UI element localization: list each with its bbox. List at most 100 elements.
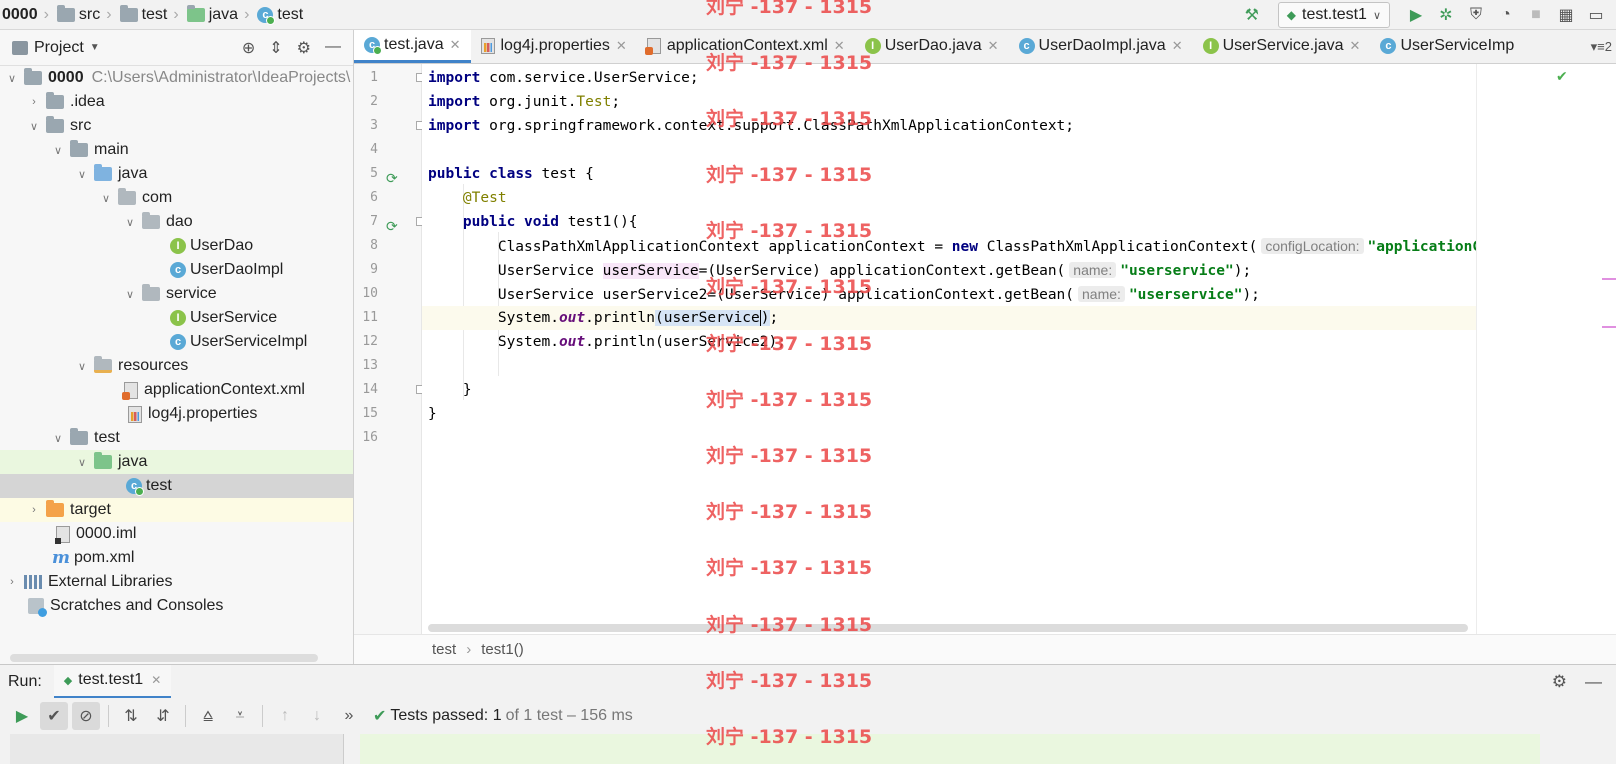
test-tree-pane[interactable]	[10, 734, 344, 764]
chevron-down-icon[interactable]: ∨	[26, 120, 42, 133]
chevron-right-icon[interactable]: ›	[4, 576, 20, 588]
gear-icon[interactable]: ⚙	[1552, 672, 1567, 692]
tree-item-resources[interactable]: ∨ resources	[0, 354, 353, 378]
tree-item-root[interactable]: ∨ 0000 C:\Users\Administrator\IdeaProjec…	[0, 66, 353, 90]
close-icon[interactable]: ✕	[151, 673, 161, 687]
editor-horizontal-scrollbar[interactable]	[428, 624, 1468, 632]
warning-marker[interactable]	[1602, 278, 1616, 280]
project-title[interactable]: Project	[34, 39, 84, 57]
tree-item-idea[interactable]: › .idea	[0, 90, 353, 114]
run-tab-test1[interactable]: ◆ test.test1 ✕	[53, 664, 172, 699]
tab-overflow-button[interactable]: ▾≡2	[1591, 30, 1612, 64]
chevron-down-icon[interactable]: ▼	[90, 42, 100, 53]
run-icon[interactable]: ▶	[1404, 3, 1428, 27]
project-horizontal-scrollbar[interactable]	[10, 654, 318, 662]
show-passed-icon[interactable]: ✔	[40, 702, 68, 730]
chevron-down-icon[interactable]: ∨	[50, 432, 66, 445]
gear-icon[interactable]: ⚙	[297, 38, 311, 58]
warning-marker[interactable]	[1602, 326, 1616, 328]
tree-item-dao[interactable]: ∨ dao	[0, 210, 353, 234]
chevron-down-icon[interactable]: ∨	[4, 72, 20, 85]
chevron-down-icon[interactable]: ∨	[122, 216, 138, 229]
coverage-icon[interactable]: ⛨	[1464, 3, 1488, 27]
chevron-down-icon[interactable]: ∨	[74, 360, 90, 373]
tab-test-java[interactable]: c test.java ✕	[354, 30, 471, 63]
console-pane[interactable]	[360, 734, 1540, 764]
tree-item-com[interactable]: ∨ com	[0, 186, 353, 210]
tree-item-target[interactable]: › target	[0, 498, 353, 522]
more-actions-icon[interactable]: »	[335, 702, 363, 730]
inspection-ok-icon[interactable]: ✔	[1556, 68, 1568, 85]
locate-icon[interactable]: ⊕	[242, 38, 255, 58]
tab-userservice[interactable]: I UserService.java ✕	[1193, 30, 1371, 63]
collapse-all-icon[interactable]: ⩡	[226, 702, 254, 730]
tree-item-log4j[interactable]: log4j.properties	[0, 402, 353, 426]
close-icon[interactable]: ✕	[1172, 38, 1183, 54]
tree-item-userserviceimpl[interactable]: c UserServiceImpl	[0, 330, 353, 354]
show-ignored-icon[interactable]: ⊘	[72, 702, 100, 730]
close-icon[interactable]: ✕	[1350, 38, 1361, 54]
stop-icon[interactable]: ■	[1524, 3, 1548, 27]
chevron-right-icon[interactable]: ›	[26, 504, 42, 516]
run-test-method-icon[interactable]: ⟳	[386, 219, 400, 233]
breadcrumb-project[interactable]: 0000 ›	[0, 0, 51, 30]
previous-failed-icon[interactable]: ↑	[271, 702, 299, 730]
chevron-down-icon[interactable]: ∨	[122, 288, 138, 301]
sort-duration-icon[interactable]: ⇵	[149, 702, 177, 730]
close-icon[interactable]: ✕	[988, 38, 999, 54]
breadcrumb-class[interactable]: test	[432, 641, 456, 658]
run-test-class-icon[interactable]: ⟳	[386, 171, 400, 185]
code-line-10: UserService userService2=(UserService) a…	[422, 282, 1476, 306]
next-failed-icon[interactable]: ↓	[303, 702, 331, 730]
tree-item-main[interactable]: ∨ main	[0, 138, 353, 162]
tree-item-java-main[interactable]: ∨ java	[0, 162, 353, 186]
chevron-down-icon[interactable]: ∨	[74, 168, 90, 181]
run-configuration-selector[interactable]: ◆ test.test1 ∨	[1277, 2, 1390, 28]
tree-item-pom[interactable]: m pom.xml	[0, 546, 353, 570]
tree-item-appctx[interactable]: applicationContext.xml	[0, 378, 353, 402]
tab-userdao[interactable]: I UserDao.java ✕	[855, 30, 1009, 63]
tree-item-userdaoimpl[interactable]: c UserDaoImpl	[0, 258, 353, 282]
close-icon[interactable]: ✕	[450, 37, 461, 53]
chevron-down-icon[interactable]: ∨	[98, 192, 114, 205]
sort-alpha-icon[interactable]: ⇅	[117, 702, 145, 730]
breadcrumb-java[interactable]: java ›	[181, 0, 252, 30]
chevron-down-icon[interactable]: ∨	[74, 456, 90, 469]
code-text: System.	[497, 334, 559, 350]
close-icon[interactable]: ✕	[616, 38, 627, 54]
tree-item-test[interactable]: ∨ test	[0, 426, 353, 450]
tree-item-java-test[interactable]: ∨ java	[0, 450, 353, 474]
rerun-icon[interactable]: ▶	[8, 702, 36, 730]
tree-item-external-libraries[interactable]: › External Libraries	[0, 570, 353, 594]
profile-icon[interactable]: ◔	[1494, 3, 1518, 27]
project-structure-icon[interactable]: ▦	[1554, 3, 1578, 27]
code-text: test {	[532, 166, 594, 182]
close-icon[interactable]: ✕	[834, 38, 845, 54]
tree-item-scratches[interactable]: Scratches and Consoles	[0, 594, 353, 618]
tree-item-test-class[interactable]: c test	[0, 474, 353, 498]
code-editor[interactable]: import com.service.UserService; import o…	[422, 64, 1476, 634]
tree-item-iml[interactable]: 0000.iml	[0, 522, 353, 546]
breadcrumb-src[interactable]: src ›	[51, 0, 114, 30]
code-line-14: }	[422, 378, 1476, 402]
expand-all-icon[interactable]: ⩠	[194, 702, 222, 730]
breadcrumb-method[interactable]: test1()	[481, 641, 524, 658]
tab-application-context[interactable]: applicationContext.xml ✕	[637, 30, 855, 63]
tree-item-src[interactable]: ∨ src	[0, 114, 353, 138]
chevron-right-icon[interactable]: ›	[26, 96, 42, 108]
tab-userserviceimpl[interactable]: c UserServiceImp	[1370, 30, 1524, 63]
minimize-icon[interactable]: —	[1585, 672, 1602, 692]
tab-log4j-properties[interactable]: log4j.properties ✕	[471, 30, 637, 63]
tab-userdaoimpl[interactable]: c UserDaoImpl.java ✕	[1009, 30, 1193, 63]
terminal-icon[interactable]: ▭	[1584, 3, 1608, 27]
collapse-all-icon[interactable]: ⇕	[269, 38, 282, 58]
chevron-down-icon[interactable]: ∨	[50, 144, 66, 157]
tree-item-service[interactable]: ∨ service	[0, 282, 353, 306]
tree-item-userservice[interactable]: I UserService	[0, 306, 353, 330]
minimize-icon[interactable]: —	[325, 38, 341, 58]
breadcrumb-class[interactable]: c test	[251, 0, 305, 30]
debug-icon[interactable]: ✲	[1434, 3, 1458, 27]
breadcrumb-test[interactable]: test ›	[114, 0, 181, 30]
tree-item-userdao[interactable]: I UserDao	[0, 234, 353, 258]
build-hammer-icon[interactable]: ⚒	[1240, 3, 1264, 27]
